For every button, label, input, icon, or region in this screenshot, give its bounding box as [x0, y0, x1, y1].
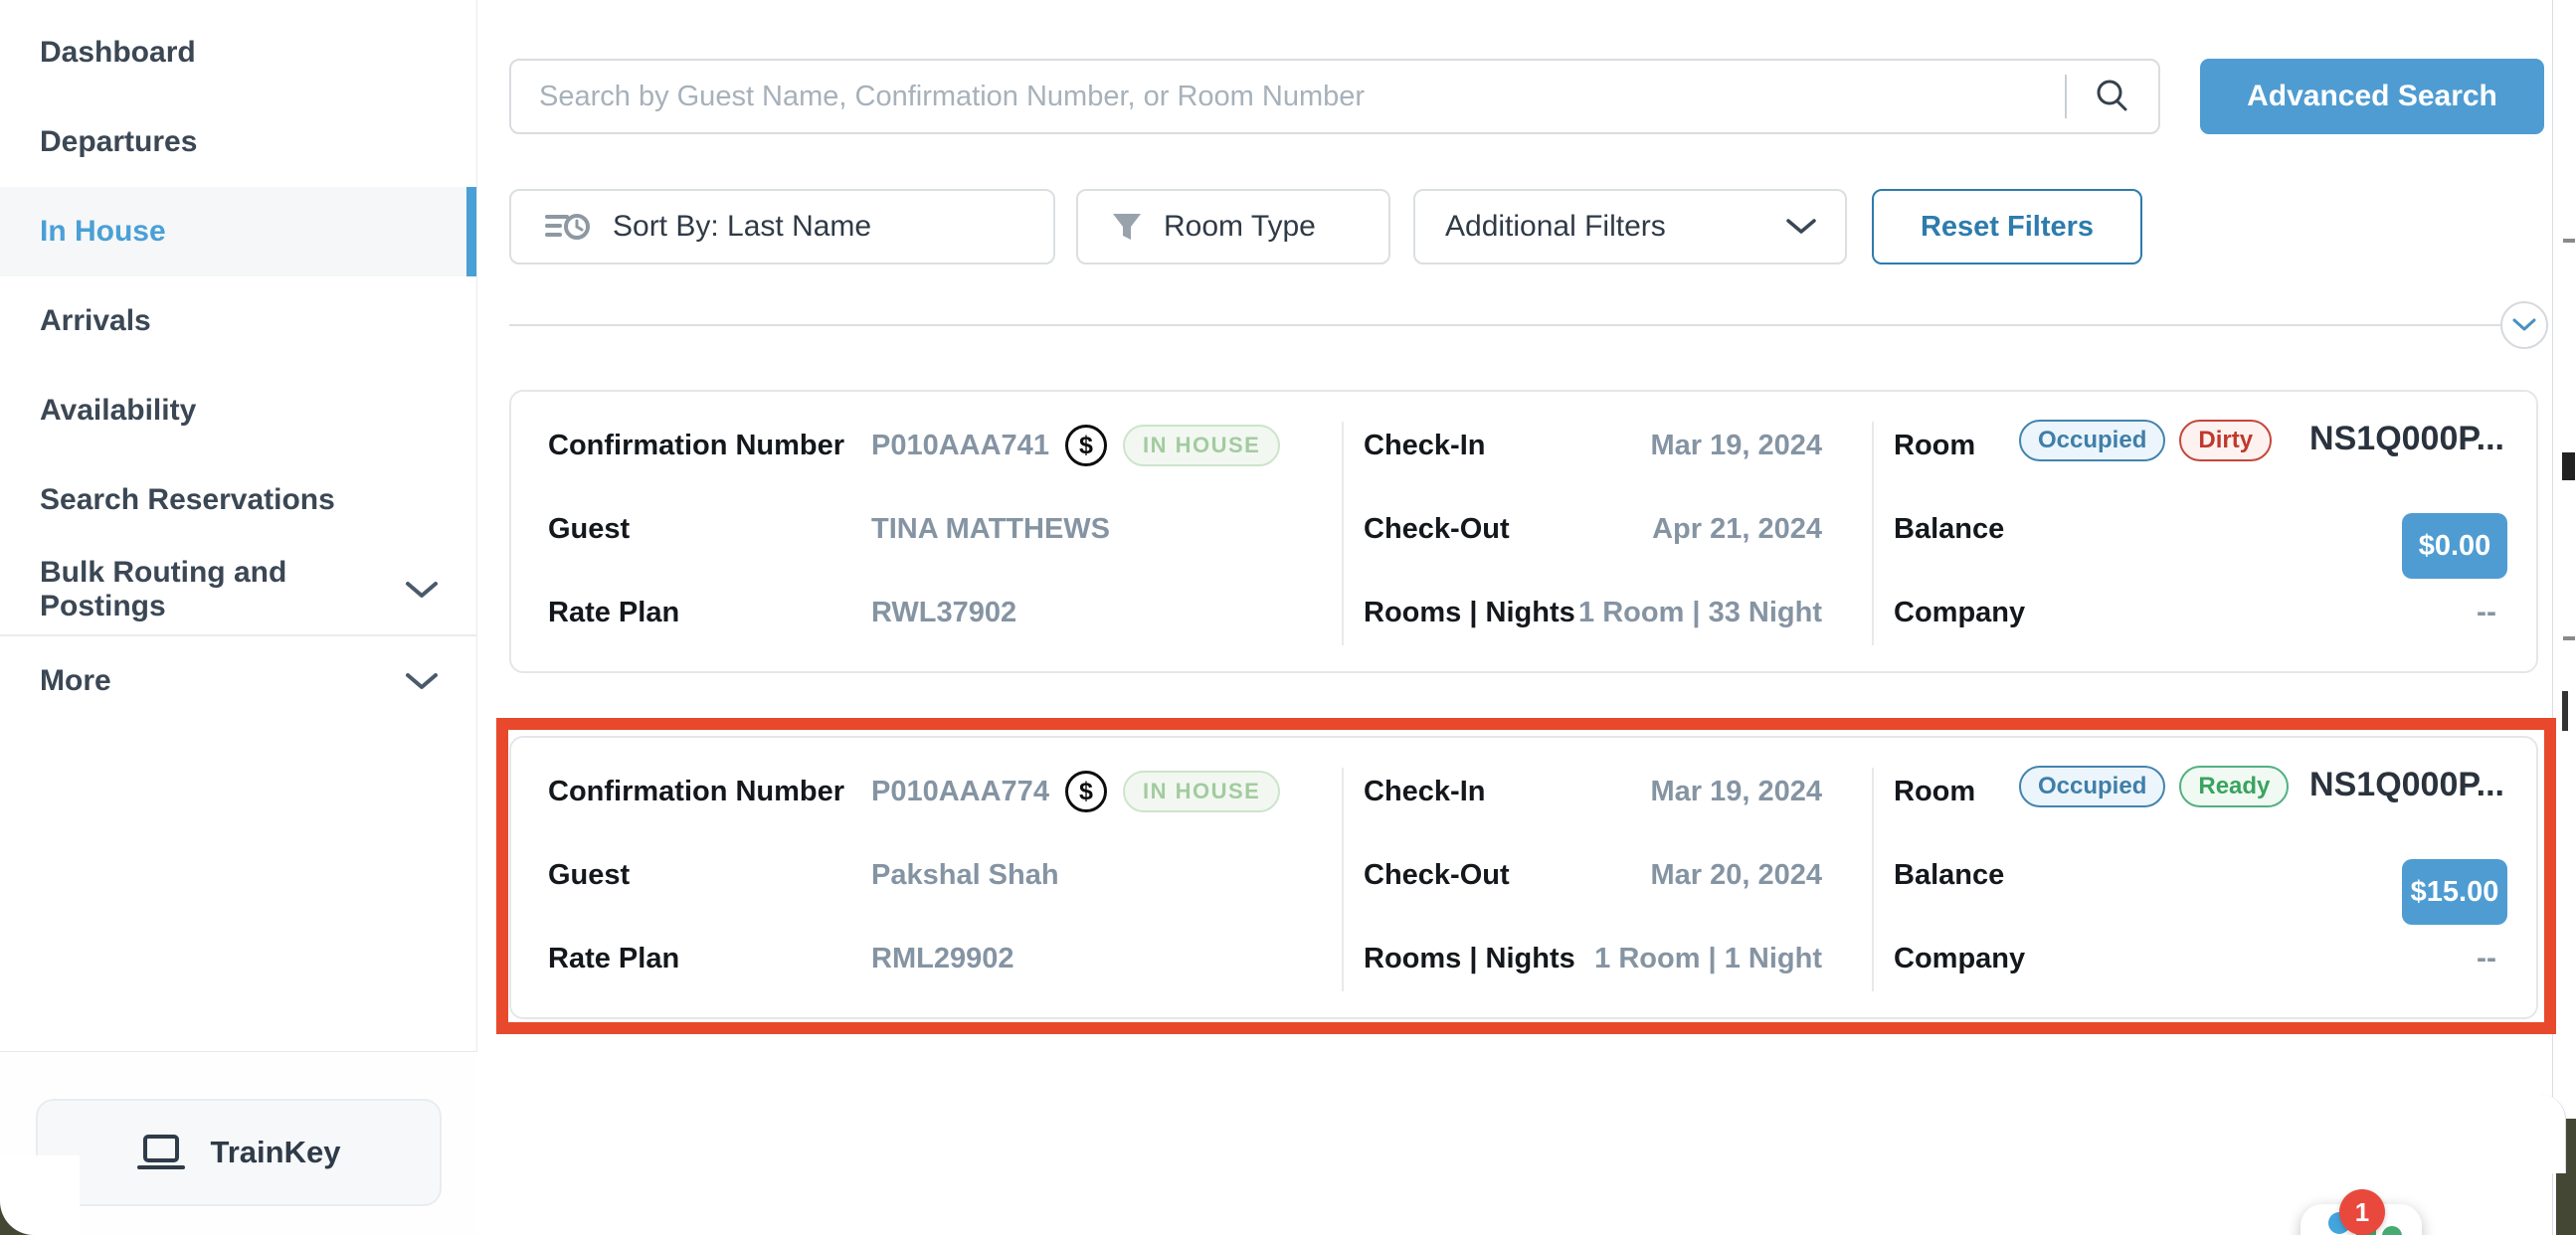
balance-label: Balance	[1894, 855, 2004, 895]
company-value: --	[2477, 593, 2496, 632]
status-badge: IN HOUSE	[1123, 771, 1280, 812]
sidebar: Dashboard Departures In House Arrivals A…	[0, 0, 477, 1235]
chevron-down-icon	[2512, 318, 2536, 332]
card-divider	[1342, 768, 1344, 991]
rate-plan-label: Rate Plan	[548, 593, 679, 632]
confirmation-label: Confirmation Number	[548, 772, 844, 811]
rate-plan-value: RML29902	[871, 939, 1013, 978]
sidebar-nav: Dashboard Departures In House Arrivals A…	[0, 8, 476, 726]
right-edge-strip	[2552, 0, 2576, 1235]
guest-name: Pakshal Shah	[871, 855, 1059, 895]
in-house-page: Dashboard Departures In House Arrivals A…	[0, 0, 2576, 1235]
additional-filters-dropdown[interactable]: Additional Filters	[1413, 189, 1847, 265]
company-label: Company	[1894, 939, 2025, 978]
sidebar-item-label: More	[40, 664, 111, 698]
room-label: Room	[1894, 772, 1975, 811]
balance-button[interactable]: $15.00	[2402, 859, 2507, 925]
sidebar-item-availability[interactable]: Availability	[0, 366, 476, 455]
room-number: NS1Q000P...	[2309, 420, 2504, 458]
trainkey-button[interactable]: TrainKey	[36, 1099, 442, 1206]
search-bar	[509, 59, 2160, 134]
rate-plan-value: RWL37902	[871, 593, 1016, 632]
cutoff-fragment	[2563, 239, 2575, 243]
payment-icon[interactable]: $	[1065, 425, 1107, 466]
rooms-nights-value: 1 Room | 1 Night	[1456, 939, 1822, 978]
housekeeping-badge: Ready	[2179, 766, 2289, 807]
main-content: Advanced Search Sort By: Last Name	[477, 0, 2552, 1235]
check-out-date: Apr 21, 2024	[1456, 509, 1822, 549]
room-status-badges: Occupied Ready	[2019, 766, 2289, 807]
notification-badge: 1	[2339, 1189, 2385, 1235]
occupancy-badge: Occupied	[2019, 420, 2165, 461]
chevron-down-icon	[405, 580, 439, 600]
company-value: --	[2477, 939, 2496, 978]
sidebar-item-label: In House	[40, 215, 166, 249]
window-corner	[2506, 1094, 2566, 1173]
rooms-nights-value: 1 Room | 33 Night	[1456, 593, 1822, 632]
rate-plan-label: Rate Plan	[548, 939, 679, 978]
room-status-badges: Occupied Dirty	[2019, 420, 2272, 461]
guest-label: Guest	[548, 855, 630, 895]
guest-name: TINA MATTHEWS	[871, 509, 1110, 549]
reservation-card-selected[interactable]: Confirmation Number P010AAA774 $ IN HOUS…	[509, 736, 2538, 1019]
window-corner	[0, 1155, 80, 1235]
balance-button[interactable]: $0.00	[2402, 513, 2507, 579]
reservation-card[interactable]: Confirmation Number P010AAA741 $ IN HOUS…	[509, 390, 2538, 673]
trainkey-label: TrainKey	[211, 1135, 341, 1170]
check-out-date: Mar 20, 2024	[1456, 855, 1822, 895]
room-label: Room	[1894, 426, 1975, 465]
advanced-search-button[interactable]: Advanced Search	[2200, 59, 2544, 134]
occupancy-badge: Occupied	[2019, 766, 2165, 807]
sidebar-item-in-house[interactable]: In House	[0, 187, 476, 276]
funnel-icon	[1110, 210, 1144, 244]
status-badge: IN HOUSE	[1123, 425, 1280, 466]
card-divider	[1872, 422, 1874, 645]
search-divider	[2065, 75, 2067, 118]
sidebar-item-label: Search Reservations	[40, 483, 335, 517]
cutoff-fragment	[2563, 636, 2575, 640]
card-divider	[1342, 422, 1344, 645]
sidebar-item-arrivals[interactable]: Arrivals	[0, 276, 476, 366]
laptop-icon	[137, 1134, 185, 1171]
company-label: Company	[1894, 593, 2025, 632]
sidebar-item-dashboard[interactable]: Dashboard	[0, 8, 476, 97]
chevron-down-icon	[1785, 218, 1817, 236]
room-number: NS1Q000P...	[2309, 766, 2504, 804]
confirmation-group: P010AAA774 $ IN HOUSE	[871, 764, 1280, 819]
room-type-filter[interactable]: Room Type	[1076, 189, 1390, 265]
sidebar-item-label: Bulk Routing and Postings	[40, 556, 405, 623]
check-in-date: Mar 19, 2024	[1456, 426, 1822, 465]
collapse-toggle[interactable]	[2500, 301, 2548, 349]
housekeeping-badge: Dirty	[2179, 420, 2272, 461]
check-in-date: Mar 19, 2024	[1456, 772, 1822, 811]
balance-label: Balance	[1894, 509, 2004, 549]
search-input[interactable]	[511, 61, 2065, 132]
sort-icon	[545, 210, 591, 244]
sidebar-item-label: Arrivals	[40, 304, 151, 338]
card-divider	[1872, 768, 1874, 991]
chevron-down-icon	[405, 671, 439, 691]
sidebar-item-more[interactable]: More	[0, 636, 476, 726]
sidebar-item-label: Dashboard	[40, 36, 196, 70]
confirmation-label: Confirmation Number	[548, 426, 844, 465]
sidebar-item-bulk-routing-postings[interactable]: Bulk Routing and Postings	[0, 545, 476, 634]
sidebar-item-label: Departures	[40, 125, 197, 159]
reset-filters-button[interactable]: Reset Filters	[1872, 189, 2142, 265]
sidebar-item-search-reservations[interactable]: Search Reservations	[0, 455, 476, 545]
sidebar-item-departures[interactable]: Departures	[0, 97, 476, 187]
sidebar-item-label: Availability	[40, 394, 196, 428]
guest-label: Guest	[548, 509, 630, 549]
sort-by-label: Sort By: Last Name	[613, 210, 871, 244]
sort-by-dropdown[interactable]: Sort By: Last Name	[509, 189, 1055, 265]
results-divider	[509, 324, 2502, 326]
cutoff-fragment	[2562, 691, 2568, 731]
payment-icon[interactable]: $	[1065, 771, 1107, 812]
confirmation-number: P010AAA774	[871, 776, 1049, 808]
additional-filters-label: Additional Filters	[1445, 210, 1666, 244]
room-type-label: Room Type	[1164, 210, 1316, 244]
cutoff-fragment	[2562, 452, 2575, 480]
search-icon[interactable]	[2093, 77, 2132, 116]
confirmation-group: P010AAA741 $ IN HOUSE	[871, 418, 1280, 473]
confirmation-number: P010AAA741	[871, 430, 1049, 462]
